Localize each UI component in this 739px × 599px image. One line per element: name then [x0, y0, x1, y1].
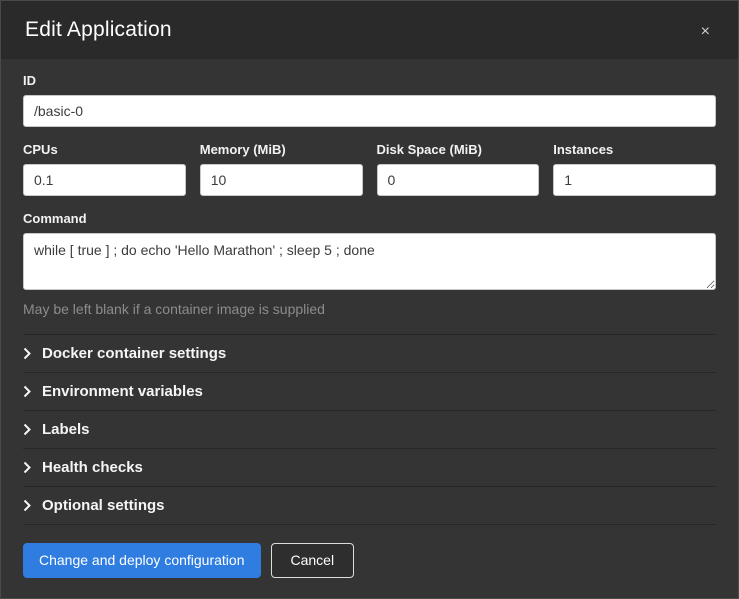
section-docker-container-settings[interactable]: Docker container settings: [23, 334, 716, 372]
change-and-deploy-button[interactable]: Change and deploy configuration: [23, 543, 261, 578]
cpus-input[interactable]: [23, 164, 186, 196]
instances-field-group: Instances: [553, 142, 716, 196]
section-label: Environment variables: [42, 383, 203, 400]
chevron-right-icon: [23, 423, 31, 436]
modal-body: ID CPUs Memory (MiB) Disk Space (MiB): [1, 59, 738, 527]
disk-input[interactable]: [377, 164, 540, 196]
instances-input[interactable]: [553, 164, 716, 196]
chevron-right-icon: [23, 385, 31, 398]
collapsible-sections: Docker container settings Environment va…: [23, 334, 716, 525]
id-field-group: ID: [23, 73, 716, 127]
section-label: Labels: [42, 421, 90, 438]
command-field-group: Command while [ true ] ; do echo 'Hello …: [23, 211, 716, 317]
section-optional-settings[interactable]: Optional settings: [23, 486, 716, 524]
command-textarea[interactable]: while [ true ] ; do echo 'Hello Marathon…: [23, 233, 716, 290]
chevron-right-icon: [23, 461, 31, 474]
edit-application-modal: Edit Application × ID CPUs Memory (MiB): [0, 0, 739, 599]
section-label: Health checks: [42, 459, 143, 476]
id-input[interactable]: [23, 95, 716, 127]
section-health-checks[interactable]: Health checks: [23, 448, 716, 486]
disk-label: Disk Space (MiB): [377, 142, 540, 157]
chevron-right-icon: [23, 499, 31, 512]
cpus-label: CPUs: [23, 142, 186, 157]
resource-field-row: CPUs Memory (MiB) Disk Space (MiB) Insta…: [23, 142, 716, 196]
section-label: Optional settings: [42, 497, 165, 514]
section-label: Docker container settings: [42, 345, 226, 362]
close-icon[interactable]: ×: [697, 20, 714, 44]
cpus-field-group: CPUs: [23, 142, 186, 196]
cancel-button[interactable]: Cancel: [271, 543, 355, 578]
disk-field-group: Disk Space (MiB): [377, 142, 540, 196]
modal-header: Edit Application ×: [1, 1, 738, 59]
section-labels[interactable]: Labels: [23, 410, 716, 448]
chevron-right-icon: [23, 347, 31, 360]
memory-input[interactable]: [200, 164, 363, 196]
id-label: ID: [23, 73, 716, 88]
modal-title: Edit Application: [25, 18, 172, 42]
command-help-text: May be left blank if a container image i…: [23, 301, 716, 317]
memory-field-group: Memory (MiB): [200, 142, 363, 196]
memory-label: Memory (MiB): [200, 142, 363, 157]
instances-label: Instances: [553, 142, 716, 157]
section-environment-variables[interactable]: Environment variables: [23, 372, 716, 410]
modal-footer: Change and deploy configuration Cancel: [1, 527, 738, 598]
command-label: Command: [23, 211, 716, 226]
